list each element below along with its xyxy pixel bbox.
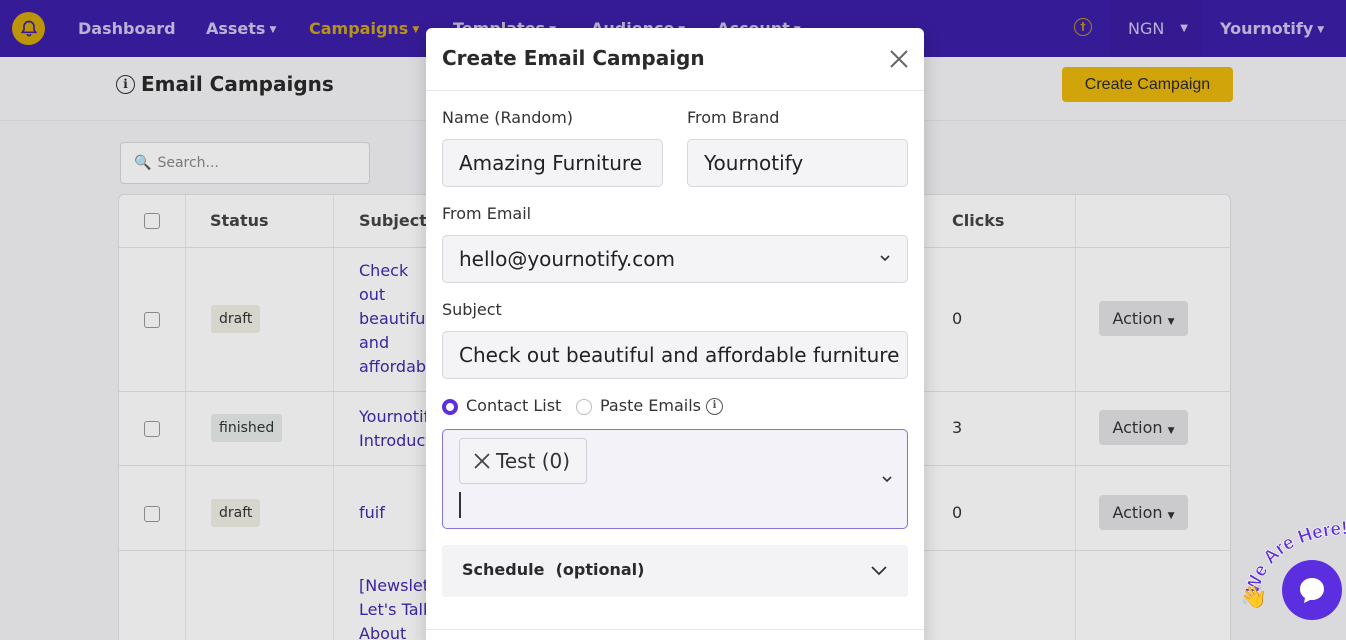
waving-hand-icon: 👋	[1240, 584, 1267, 610]
brand-input[interactable]: Yournotify	[687, 139, 908, 187]
from-email-label: From Email	[442, 204, 532, 223]
chat-launcher-button[interactable]	[1282, 560, 1342, 620]
close-icon[interactable]	[888, 48, 910, 70]
selected-list-chip: Test (0)	[459, 438, 587, 484]
contact-list-label[interactable]: Contact List	[466, 396, 561, 415]
create-email-campaign-modal: Create Email Campaign Name (Random) From…	[426, 28, 924, 640]
name-label: Name (Random)	[442, 108, 574, 127]
paste-emails-radio[interactable]	[576, 399, 592, 415]
schedule-accordion[interactable]: Schedule (optional)	[442, 545, 908, 597]
modal-title: Create Email Campaign	[442, 46, 705, 70]
paste-emails-label[interactable]: Paste Emails	[600, 396, 701, 415]
name-input[interactable]: Amazing Furniture	[442, 139, 663, 187]
chevron-down-icon	[871, 566, 887, 576]
chevron-down-icon	[880, 255, 890, 262]
schedule-label: Schedule (optional)	[462, 560, 645, 579]
contact-list-radio[interactable]	[442, 399, 458, 415]
modal-header: Create Email Campaign	[426, 28, 924, 91]
contact-list-multiselect[interactable]: Test (0)	[442, 429, 908, 529]
chat-icon	[1300, 578, 1324, 603]
subject-input[interactable]: Check out beautiful and affordable furni…	[442, 331, 908, 379]
info-icon[interactable]: i	[706, 398, 723, 415]
from-email-select[interactable]: hello@yournotify.com	[442, 235, 908, 283]
chevron-down-icon[interactable]	[881, 474, 893, 484]
subject-label: Subject	[442, 300, 502, 319]
remove-chip-icon[interactable]	[472, 451, 492, 471]
brand-label: From Brand	[687, 108, 780, 127]
text-cursor	[459, 492, 461, 518]
